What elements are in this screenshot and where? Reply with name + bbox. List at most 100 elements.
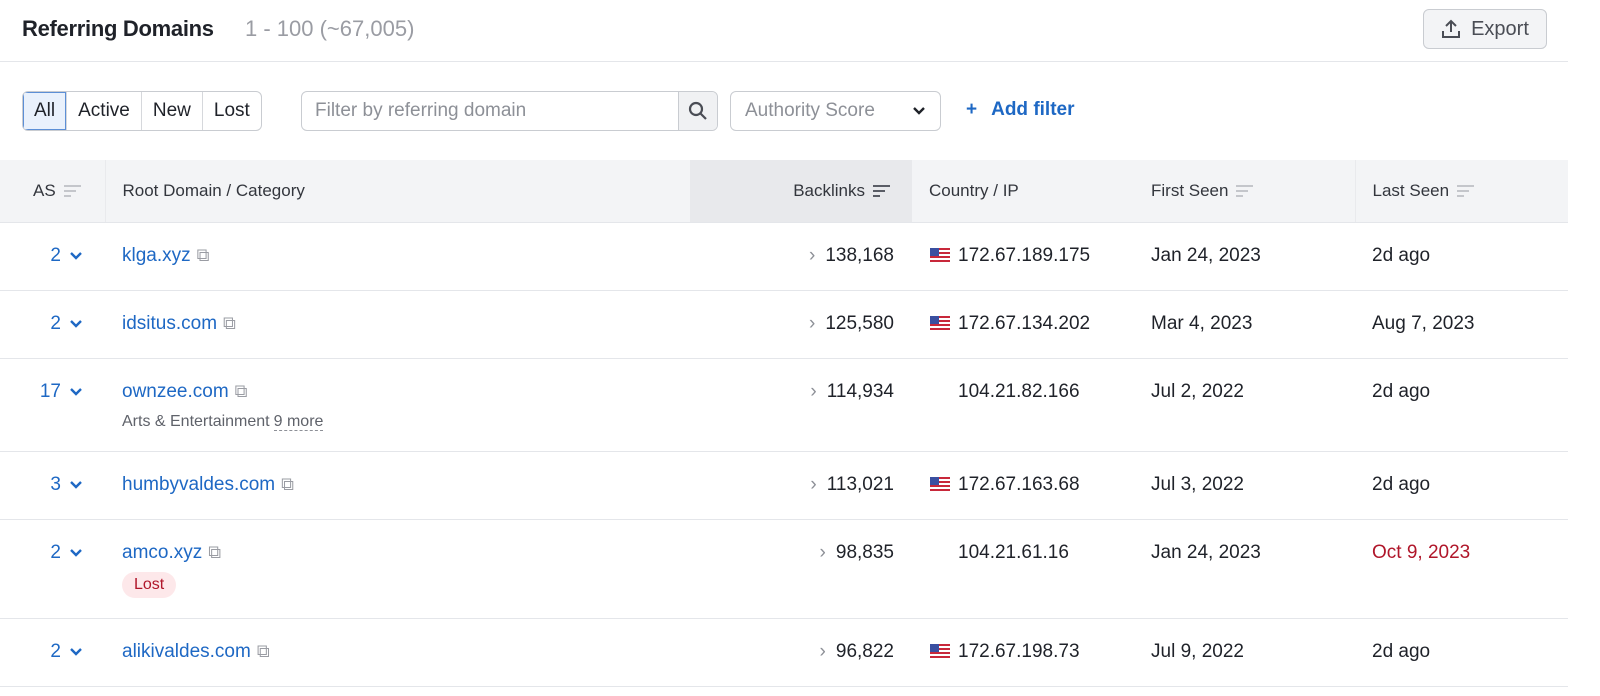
authority-score: 2 <box>50 640 61 662</box>
domain-search: Filter by referring domain <box>301 91 718 131</box>
backlinks-cell[interactable]: › 138,168 <box>690 222 912 291</box>
authority-score: 2 <box>50 541 61 563</box>
country-ip-cell: 172.67.163.68 <box>912 451 1135 520</box>
chevron-right-icon: › <box>808 312 816 334</box>
sort-icon <box>873 182 890 200</box>
domain-cell: ownzee.com ⧉ Arts & Entertainment 9 more <box>105 358 690 452</box>
segment-active[interactable]: Active <box>66 92 141 130</box>
page-header: Referring Domains 1 - 100 (~67,005) Expo… <box>0 0 1568 62</box>
country-ip-cell: 104.21.82.166 <box>912 358 1135 452</box>
backlinks-cell[interactable]: › 96,822 <box>690 618 912 687</box>
last-seen: 2d ago <box>1355 618 1568 687</box>
category: Arts & Entertainment 9 more <box>122 412 690 431</box>
column-label: Last Seen <box>1372 180 1450 200</box>
domain-link[interactable]: idsitus.com <box>122 313 217 334</box>
ip-address: 104.21.82.166 <box>958 380 1080 402</box>
segment-new[interactable]: New <box>140 92 202 130</box>
chevron-right-icon: › <box>810 473 817 495</box>
column-backlinks[interactable]: Backlinks <box>690 160 912 223</box>
search-icon <box>688 101 707 120</box>
result-count: 1 - 100 (~67,005) <box>245 16 415 41</box>
referring-domains-table: AS Root Domain / Category Backlinks Coun… <box>0 160 1568 687</box>
domain-cell: klga.xyz ⧉ <box>105 222 690 291</box>
as-cell[interactable]: 2 <box>0 618 105 687</box>
as-cell[interactable]: 17 <box>0 358 105 452</box>
chevron-right-icon: › <box>819 640 826 662</box>
category-label: Arts & Entertainment <box>122 412 270 430</box>
domain-cell: amco.xyz ⧉ Lost <box>105 519 690 619</box>
status-segmented-control: All Active New Lost <box>22 91 262 131</box>
first-seen: Jan 24, 2023 <box>1135 519 1355 619</box>
as-cell[interactable]: 3 <box>0 451 105 520</box>
country-ip-cell: 172.67.134.202 <box>912 290 1135 359</box>
chevron-down-icon <box>70 548 82 557</box>
country-ip-cell: 104.21.61.16 <box>912 519 1135 619</box>
chevron-right-icon: › <box>810 380 817 402</box>
segment-all[interactable]: All <box>23 92 67 130</box>
ip-address: 172.67.134.202 <box>958 312 1091 334</box>
ip-address: 172.67.163.68 <box>958 473 1080 495</box>
domain-link[interactable]: amco.xyz <box>122 542 202 563</box>
as-cell[interactable]: 2 <box>0 222 105 291</box>
backlinks-cell[interactable]: › 125,580 <box>690 290 912 359</box>
last-seen: Aug 7, 2023 <box>1355 290 1568 359</box>
chevron-down-icon <box>70 251 82 260</box>
chevron-down-icon <box>70 480 82 489</box>
domain-link[interactable]: ownzee.com <box>122 381 229 402</box>
column-last-seen[interactable]: Last Seen <box>1354 160 1568 223</box>
chevron-right-icon: › <box>819 541 826 563</box>
backlinks-cell[interactable]: › 113,021 <box>690 451 912 520</box>
column-label: AS <box>33 180 56 200</box>
us-flag-icon <box>930 247 950 262</box>
last-seen: 2d ago <box>1355 222 1568 291</box>
external-link-icon[interactable]: ⧉ <box>223 313 236 333</box>
search-button[interactable] <box>678 92 717 130</box>
first-seen: Jul 9, 2022 <box>1135 618 1355 687</box>
domain-link[interactable]: klga.xyz <box>122 245 191 266</box>
authority-score: 17 <box>39 380 61 402</box>
external-link-icon[interactable]: ⧉ <box>257 641 270 661</box>
as-cell[interactable]: 2 <box>0 519 105 619</box>
last-seen: 2d ago <box>1355 358 1568 452</box>
add-filter-label: Add filter <box>991 99 1075 120</box>
column-label: Backlinks <box>793 180 865 200</box>
chevron-down-icon <box>913 107 925 115</box>
add-filter-button[interactable]: + Add filter <box>966 99 1075 121</box>
table-row: 2 alikivaldes.com ⧉ › 96,822 172.67.198.73 Jul… <box>0 618 1568 687</box>
authority-score-dropdown[interactable]: Authority Score <box>730 91 941 131</box>
backlinks-cell[interactable]: › 98,835 <box>690 519 912 619</box>
first-seen: Mar 4, 2023 <box>1135 290 1355 359</box>
external-link-icon[interactable]: ⧉ <box>281 474 294 494</box>
column-first-seen[interactable]: First Seen <box>1135 160 1355 223</box>
country-ip-cell: 172.67.189.175 <box>912 222 1135 291</box>
column-country-ip: Country / IP <box>912 160 1135 223</box>
backlinks-count: 98,835 <box>835 541 894 563</box>
first-seen: Jan 24, 2023 <box>1135 222 1355 291</box>
chevron-right-icon: › <box>808 244 816 266</box>
table-row: 2 klga.xyz ⧉ › 138,168 172.67.189.175 Jan 24, … <box>0 222 1568 291</box>
domain-link[interactable]: alikivaldes.com <box>122 641 251 662</box>
more-categories-link[interactable]: 9 more <box>273 412 324 431</box>
backlinks-cell[interactable]: › 114,934 <box>690 358 912 452</box>
domain-link[interactable]: humbyvaldes.com <box>122 474 275 495</box>
table-row: 17 ownzee.com ⧉ Arts & Entertainment 9 more ›… <box>0 358 1568 452</box>
external-link-icon[interactable]: ⧉ <box>208 542 221 562</box>
domain-cell: alikivaldes.com ⧉ <box>105 618 690 687</box>
authority-score-label: Authority Score <box>745 100 875 121</box>
external-link-icon[interactable]: ⧉ <box>235 381 248 401</box>
backlinks-count: 114,934 <box>826 380 894 402</box>
as-cell[interactable]: 2 <box>0 290 105 359</box>
external-link-icon[interactable]: ⧉ <box>197 245 210 265</box>
plus-icon: + <box>966 99 978 120</box>
first-seen: Jul 3, 2022 <box>1135 451 1355 520</box>
sort-icon <box>1457 182 1475 200</box>
sort-icon <box>63 182 81 200</box>
segment-lost[interactable]: Lost <box>201 92 261 130</box>
export-button[interactable]: Export <box>1423 9 1547 49</box>
page-title: Referring Domains <box>22 16 214 41</box>
table-row: 3 humbyvaldes.com ⧉ › 113,021 172.67.163.68 Ju… <box>0 451 1568 520</box>
domain-search-input[interactable]: Filter by referring domain <box>302 92 678 130</box>
column-as[interactable]: AS <box>0 160 105 223</box>
us-flag-icon <box>930 476 950 491</box>
export-label: Export <box>1471 17 1529 40</box>
